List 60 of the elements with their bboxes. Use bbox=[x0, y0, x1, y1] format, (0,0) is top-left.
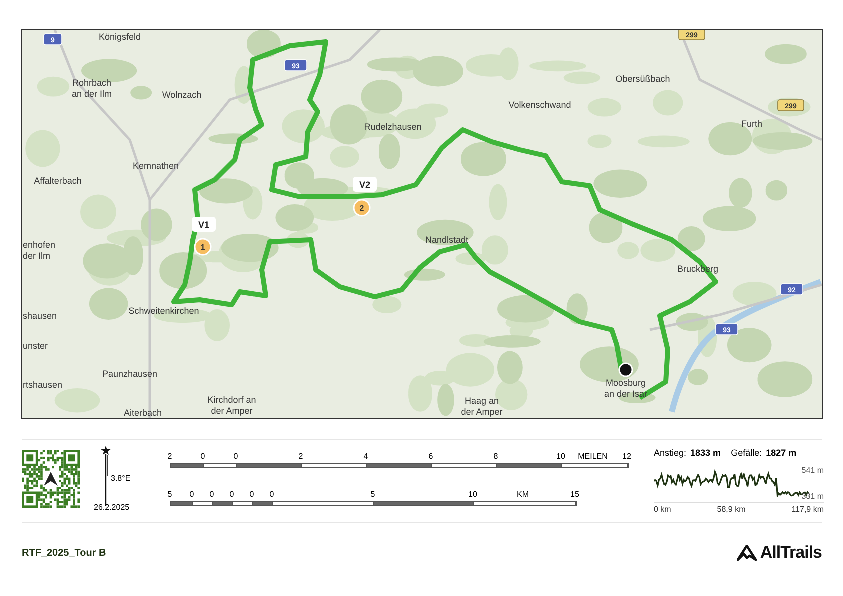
brand-logo: AllTrails bbox=[737, 543, 822, 563]
place-label: Kemnathen bbox=[132, 161, 180, 171]
ascent-value: 1833 m bbox=[690, 448, 722, 458]
distance-label: 0 km bbox=[654, 505, 672, 514]
distance-label: 117,9 km bbox=[792, 505, 824, 514]
place-label: rtshausen bbox=[23, 380, 63, 390]
scale-label: 10 bbox=[468, 490, 478, 499]
place-label: Affalterbach bbox=[34, 176, 82, 186]
ascent-label: Anstieg: bbox=[654, 448, 687, 458]
scale-label: 8 bbox=[494, 452, 498, 461]
north-arrow-icon bbox=[101, 446, 111, 506]
descent-value: 1827 m bbox=[766, 448, 797, 458]
waypoint-marker: 1 bbox=[194, 238, 212, 256]
scale-label: 4 bbox=[364, 452, 368, 461]
place-label: Rohrbach an der Ilm bbox=[72, 78, 112, 99]
place-label: Wolnzach bbox=[162, 90, 202, 100]
scale-label: 0 bbox=[200, 452, 206, 461]
scale-label: 10 bbox=[556, 452, 566, 461]
place-label: Obersüßbach bbox=[616, 74, 670, 84]
scale-label: 2 bbox=[298, 452, 304, 461]
place-label: Furth bbox=[742, 119, 762, 129]
place-label: Haag an der Amper bbox=[461, 396, 503, 417]
place-label: Aiterbach bbox=[124, 408, 162, 418]
route-title: RTF_2025_Tour B bbox=[22, 548, 106, 558]
scale-label: 5 bbox=[370, 490, 376, 499]
place-label: unster bbox=[23, 341, 48, 351]
scale-label: 0 bbox=[234, 452, 238, 461]
scale-label: 15 bbox=[570, 490, 580, 499]
scale-label: 12 bbox=[622, 452, 632, 461]
waypoint-label: V2 bbox=[353, 177, 377, 192]
scale-label: 0 bbox=[190, 490, 194, 499]
scale-label: 2 bbox=[168, 452, 172, 461]
scale-label: 6 bbox=[428, 452, 434, 461]
scale-label: 0 bbox=[230, 490, 234, 499]
elevation-max-label: 541 m bbox=[802, 466, 824, 475]
scale-label: 0 bbox=[270, 490, 274, 499]
distance-label: 58,9 km bbox=[717, 505, 746, 514]
mountain-icon bbox=[737, 545, 758, 561]
place-label: shausen bbox=[23, 311, 58, 321]
place-label: Schweitenkirchen bbox=[128, 306, 200, 316]
declination-text: 3.8°E bbox=[111, 474, 131, 483]
waypoint-marker: 2 bbox=[353, 199, 371, 217]
scale-label: MEILEN bbox=[578, 452, 608, 461]
end-point-marker bbox=[618, 362, 634, 378]
scale-label: 5 bbox=[168, 490, 172, 499]
place-label: Rudelzhausen bbox=[364, 122, 422, 132]
place-label: Paunzhausen bbox=[102, 369, 158, 379]
date-text: 26.2.2025 bbox=[94, 503, 130, 512]
scale-label: 0 bbox=[210, 490, 214, 499]
place-label: Kirchdorf an der Amper bbox=[208, 395, 256, 416]
descent-label: Gefälle: bbox=[731, 448, 762, 458]
place-label: enhofen der Ilm bbox=[23, 240, 56, 261]
place-label: Nandlstadt bbox=[425, 235, 469, 245]
scale-label: 0 bbox=[250, 490, 254, 499]
qr-code-drawing bbox=[22, 450, 80, 508]
waypoint-label: V1 bbox=[192, 217, 216, 232]
scale-label: KM bbox=[517, 490, 529, 499]
place-label: Volkenschwand bbox=[508, 100, 572, 110]
place-label: Königsfeld bbox=[98, 32, 142, 42]
elevation-min-label: 331 m bbox=[802, 492, 824, 501]
